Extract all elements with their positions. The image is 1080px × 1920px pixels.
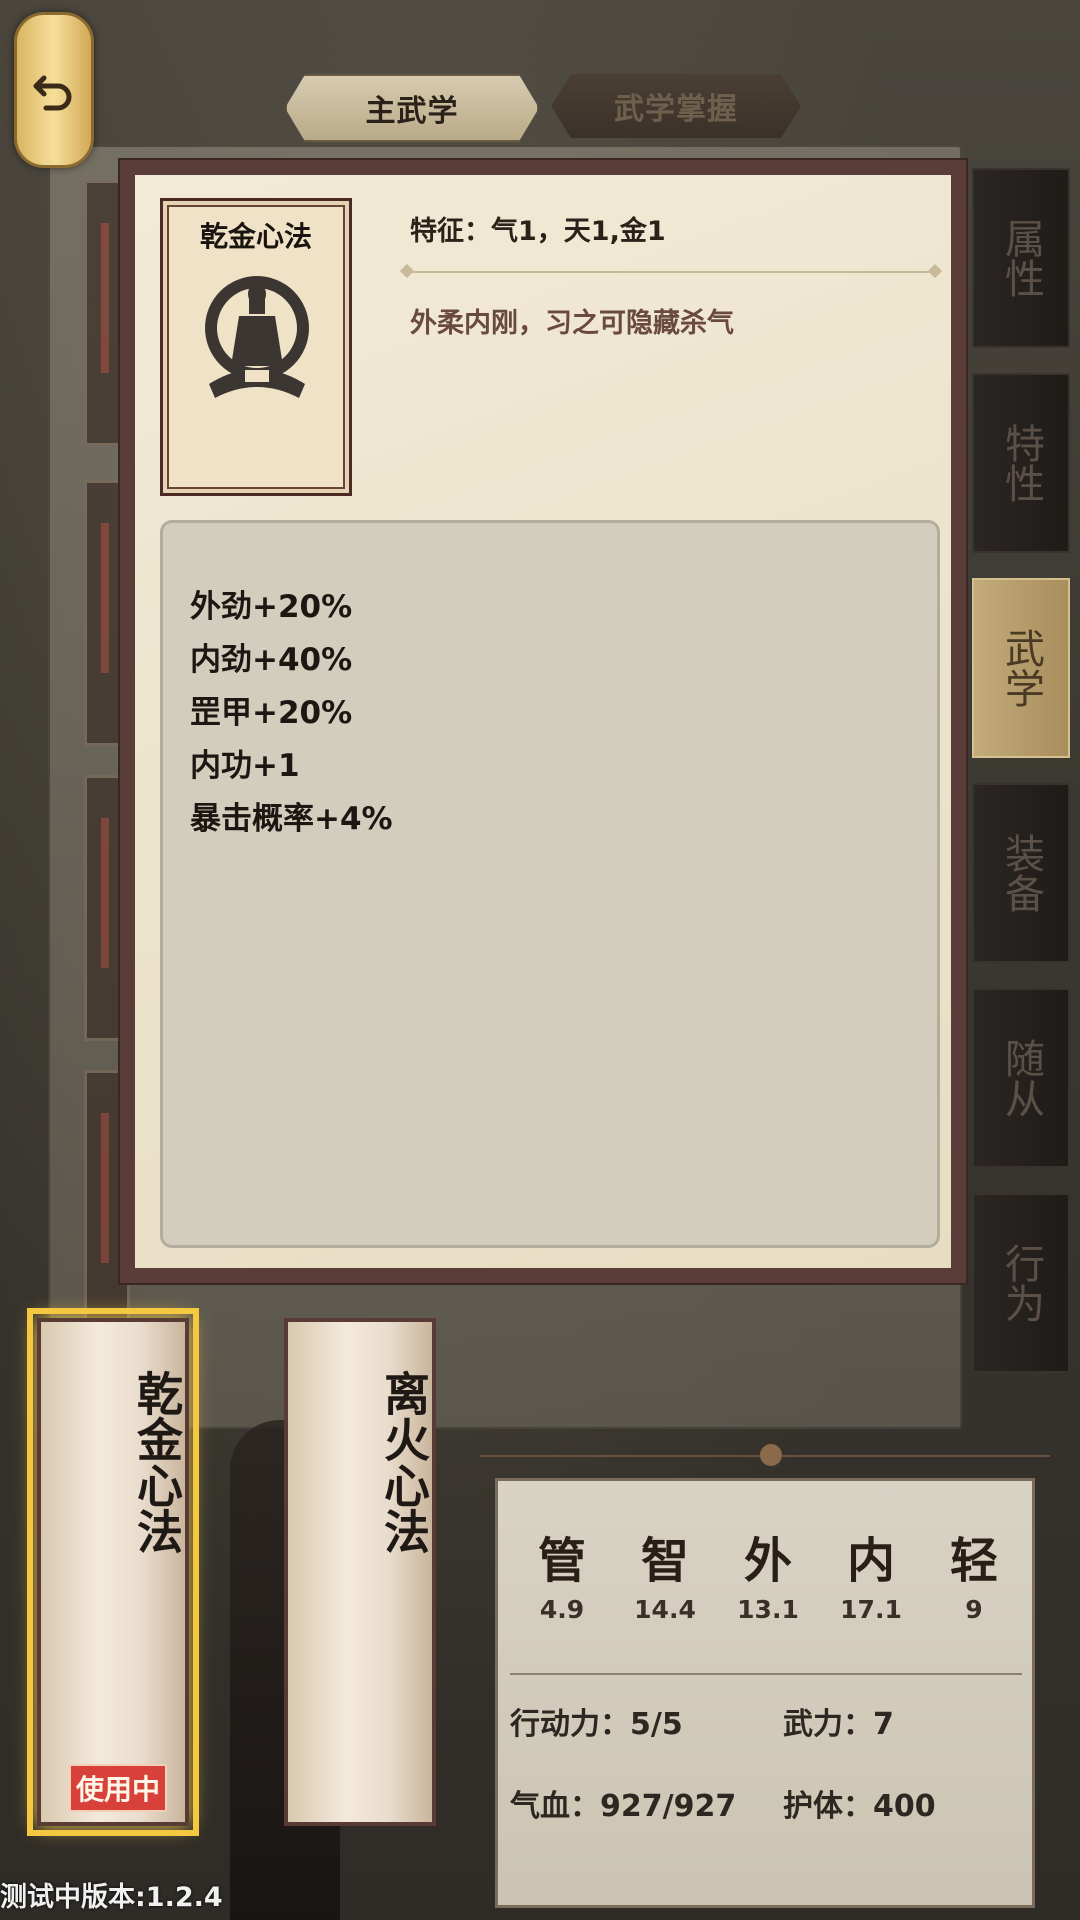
rope-knot (760, 1444, 782, 1466)
feature-text: 特征：气1，天1,金1 (410, 216, 666, 247)
attribute-item: 内 17.1 (821, 1521, 921, 1624)
back-button[interactable] (14, 10, 94, 170)
skill-card: 乾金心法 (160, 198, 352, 496)
attribute-item: 外 13.1 (718, 1521, 818, 1624)
tab-main-martial[interactable]: 主武学 (285, 74, 539, 142)
side-tab-label: 随从 (998, 1038, 1044, 1118)
in-use-badge: 使用中 (69, 1764, 167, 1812)
effect-line: 外劲+20% (190, 589, 353, 625)
lantern (14, 12, 94, 168)
side-tab-equipment[interactable]: 装备 (972, 783, 1070, 963)
skill-scroll-lihuo[interactable]: 离火心法 (284, 1318, 436, 1826)
attribute-item: 轻 9 (924, 1521, 1024, 1624)
attribute-value: 4.9 (539, 1595, 585, 1624)
version-label: 测试中版本:1.2.4 (0, 1882, 223, 1913)
force-stat: 武力：7 (783, 1707, 894, 1742)
stats-divider (510, 1673, 1022, 1675)
effect-line: 暴击概率+4% (190, 801, 393, 837)
action-points: 行动力：5/5 (510, 1707, 683, 1742)
attribute-value: 13.1 (737, 1595, 799, 1624)
effect-line: 内劲+40% (190, 642, 353, 678)
attribute-item: 智 14.4 (615, 1521, 715, 1624)
attribute-label: 管 (537, 1533, 586, 1589)
effect-line: 内功+1 (190, 748, 300, 784)
skill-card-name: 乾金心法 (199, 220, 312, 253)
attribute-grid: 管 4.9 智 14.4 外 13.1 内 17.1 轻 9 (512, 1521, 1024, 1624)
shield-stat: 护体：400 (783, 1789, 936, 1824)
hp-stat: 气血：927/927 (510, 1789, 737, 1824)
divider-line (406, 271, 936, 273)
side-tab-label: 属性 (998, 218, 1044, 298)
popup-content: 乾金心法 特征：气1，天1,金1 外柔内刚，习之可隐藏杀气 外劲+20% 内劲+… (135, 175, 951, 1268)
tab-martial-mastery[interactable]: 武学掌握 (551, 74, 801, 138)
side-tab-label: 武学 (998, 628, 1044, 708)
side-tab-behavior[interactable]: 行为 (972, 1193, 1070, 1373)
skill-scroll-qianjin[interactable]: 乾金心法 使用中 (27, 1308, 199, 1836)
attribute-value: 14.4 (634, 1595, 696, 1624)
effect-line: 罡甲+20% (190, 695, 353, 731)
side-tab-label: 装备 (998, 833, 1044, 913)
effects-box: 外劲+20% 内劲+40% 罡甲+20% 内功+1 暴击概率+4% (160, 520, 940, 1248)
attribute-label: 内 (846, 1533, 895, 1589)
side-tab-bar: 属性 特性 武学 装备 随从 行为 (972, 168, 1070, 1398)
side-tab-label: 行为 (998, 1243, 1044, 1323)
skill-description: 外柔内刚，习之可隐藏杀气 (410, 308, 734, 339)
stats-board: 管 4.9 智 14.4 外 13.1 内 17.1 轻 9 行动力：5/5 武… (495, 1478, 1035, 1908)
attribute-label: 轻 (949, 1533, 998, 1589)
back-arrow-icon (33, 75, 72, 111)
side-tab-traits[interactable]: 特性 (972, 373, 1070, 553)
attribute-label: 智 (640, 1533, 689, 1589)
attribute-value: 17.1 (840, 1595, 902, 1624)
meditating-figure-icon (205, 276, 309, 398)
side-tab-martial[interactable]: 武学 (972, 578, 1070, 758)
skill-scroll-name: 乾金心法 (130, 1370, 184, 1554)
side-tab-followers[interactable]: 随从 (972, 988, 1070, 1168)
side-tab-attributes[interactable]: 属性 (972, 168, 1070, 348)
skill-detail-popup: 乾金心法 特征：气1，天1,金1 外柔内刚，习之可隐藏杀气 外劲+20% 内劲+… (118, 158, 968, 1285)
skill-scroll-name: 离火心法 (377, 1370, 431, 1554)
top-tab-bar: 主武学 武学掌握 (285, 74, 801, 142)
attribute-value: 9 (965, 1595, 983, 1624)
attribute-label: 外 (743, 1533, 792, 1589)
side-tab-label: 特性 (998, 423, 1044, 503)
attribute-item: 管 4.9 (512, 1521, 612, 1624)
